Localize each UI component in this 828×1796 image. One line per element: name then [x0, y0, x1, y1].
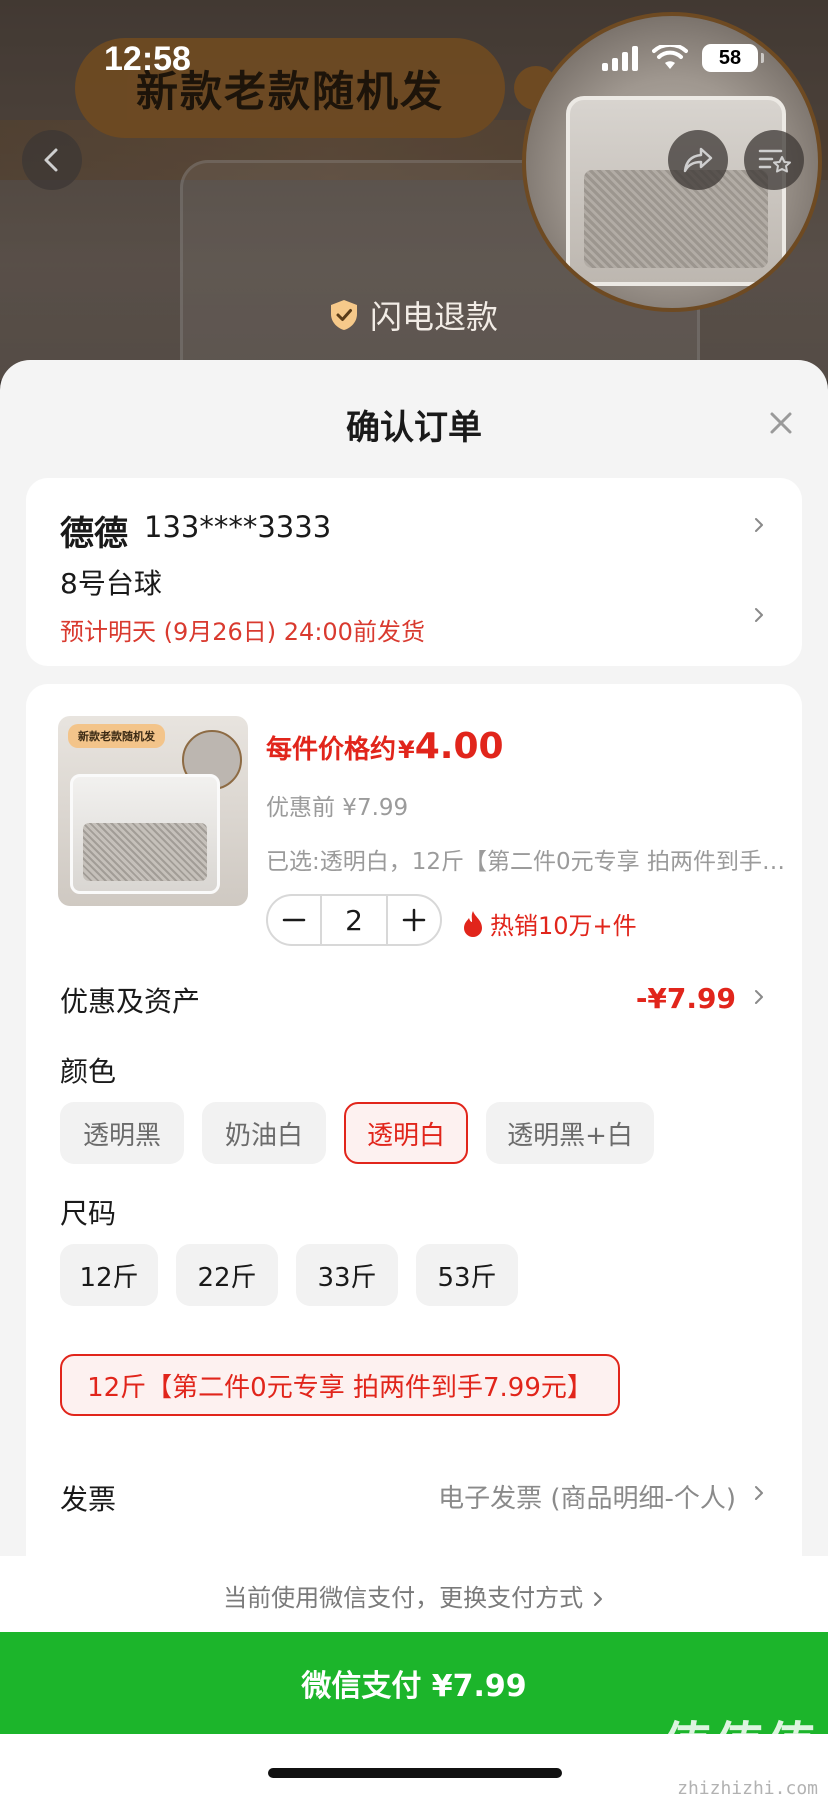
minus-icon	[282, 918, 306, 922]
price-currency: ¥	[398, 736, 415, 764]
discount-value[interactable]: -¥7.99	[636, 982, 736, 1015]
invoice-value[interactable]: 电子发票 (商品明细-个人)	[438, 1478, 736, 1515]
increase-button[interactable]	[388, 896, 440, 944]
battery-icon: 58	[702, 44, 764, 72]
sheet-title: 确认订单	[346, 408, 482, 448]
star-list-icon	[758, 149, 791, 173]
plus-icon	[402, 908, 426, 932]
chevron-right-icon	[755, 608, 763, 622]
wifi-icon	[652, 45, 688, 69]
color-option[interactable]: 透明黑	[60, 1102, 184, 1164]
home-indicator[interactable]	[268, 1768, 562, 1778]
product-image-label: 新款老款随机发	[68, 724, 165, 748]
quantity-stepper: 2	[266, 894, 442, 946]
shipping-estimate: 预计明天 (9月26日) 24:00前发货	[60, 618, 425, 646]
back-button[interactable]	[22, 130, 82, 190]
color-option[interactable]: 奶油白	[202, 1102, 326, 1164]
payment-bar: 当前使用微信支付，更换支付方式 微信支付 ¥7.99 值值值 zhizhizhi…	[0, 1556, 828, 1796]
chevron-right-icon[interactable]	[750, 1484, 768, 1502]
size-option[interactable]: 12斤	[60, 1244, 158, 1306]
price-value: 4.00	[414, 726, 504, 767]
watermark-brand: 值值值	[662, 1717, 818, 1775]
quantity-value[interactable]: 2	[320, 896, 388, 944]
hot-sales-badge: 热销10万+件	[462, 906, 637, 941]
discount-label: 优惠及资产	[60, 985, 201, 1018]
decrease-button[interactable]	[268, 896, 320, 944]
share-icon	[683, 147, 713, 173]
status-time: 12:58	[104, 40, 191, 78]
flame-icon	[464, 910, 482, 937]
battery-level: 58	[718, 46, 742, 69]
address-line: 8号台球	[60, 567, 162, 600]
invoice-label: 发票	[60, 1483, 117, 1516]
watermark-domain: zhizhizhi.com	[677, 1778, 818, 1796]
payment-method-tip[interactable]: 当前使用微信支付，更换支付方式	[0, 1578, 828, 1613]
favorite-list-button[interactable]	[744, 130, 804, 190]
chevron-right-icon	[755, 518, 763, 532]
selected-spec[interactable]: 已选:透明白，12斤【第二件0元专享 拍两件到手7.99元】	[266, 842, 786, 876]
chevron-right-icon[interactable]	[750, 988, 768, 1006]
pay-button-label: 微信支付 ¥7.99	[301, 1669, 527, 1704]
size-option[interactable]: 22斤	[176, 1244, 278, 1306]
price-prefix: 每件价格约	[266, 735, 397, 765]
product-image: 新款老款随机发	[58, 716, 248, 906]
size-label: 尺码	[60, 1197, 117, 1230]
unit-price: 每件价格约 ¥ 4.00	[266, 726, 504, 767]
size-option[interactable]: 33斤	[296, 1244, 398, 1306]
hot-sales-text: 热销10万+件	[490, 912, 637, 940]
address-card[interactable]: 德德 133****3333 8号台球 预计明天 (9月26日) 24:00前发…	[26, 478, 802, 666]
color-option-selected[interactable]: 透明白	[344, 1102, 468, 1164]
shield-check-icon	[331, 300, 357, 330]
chevron-right-icon	[593, 1592, 602, 1606]
color-label: 颜色	[60, 1055, 117, 1088]
payment-method-text: 当前使用微信支付，更换支付方式	[223, 1584, 584, 1612]
status-icons: 58	[602, 44, 764, 72]
close-icon[interactable]	[764, 406, 798, 440]
color-option[interactable]: 透明黑+白	[486, 1102, 654, 1164]
refund-text: 闪电退款	[370, 298, 499, 336]
recipient-phone: 133****3333	[144, 510, 332, 544]
chevron-left-icon	[44, 148, 58, 172]
cellular-signal-icon	[602, 45, 638, 71]
size-option[interactable]: 53斤	[416, 1244, 518, 1306]
share-button[interactable]	[668, 130, 728, 190]
site-watermark: 值值值 zhizhizhi.com	[662, 1706, 818, 1796]
recipient-name: 德德	[60, 514, 128, 554]
original-price: 优惠前 ¥7.99	[266, 795, 409, 821]
lightning-refund-badge: 闪电退款	[328, 292, 498, 338]
size-option-promo[interactable]: 12斤【第二件0元专享 拍两件到手7.99元】	[60, 1354, 620, 1416]
